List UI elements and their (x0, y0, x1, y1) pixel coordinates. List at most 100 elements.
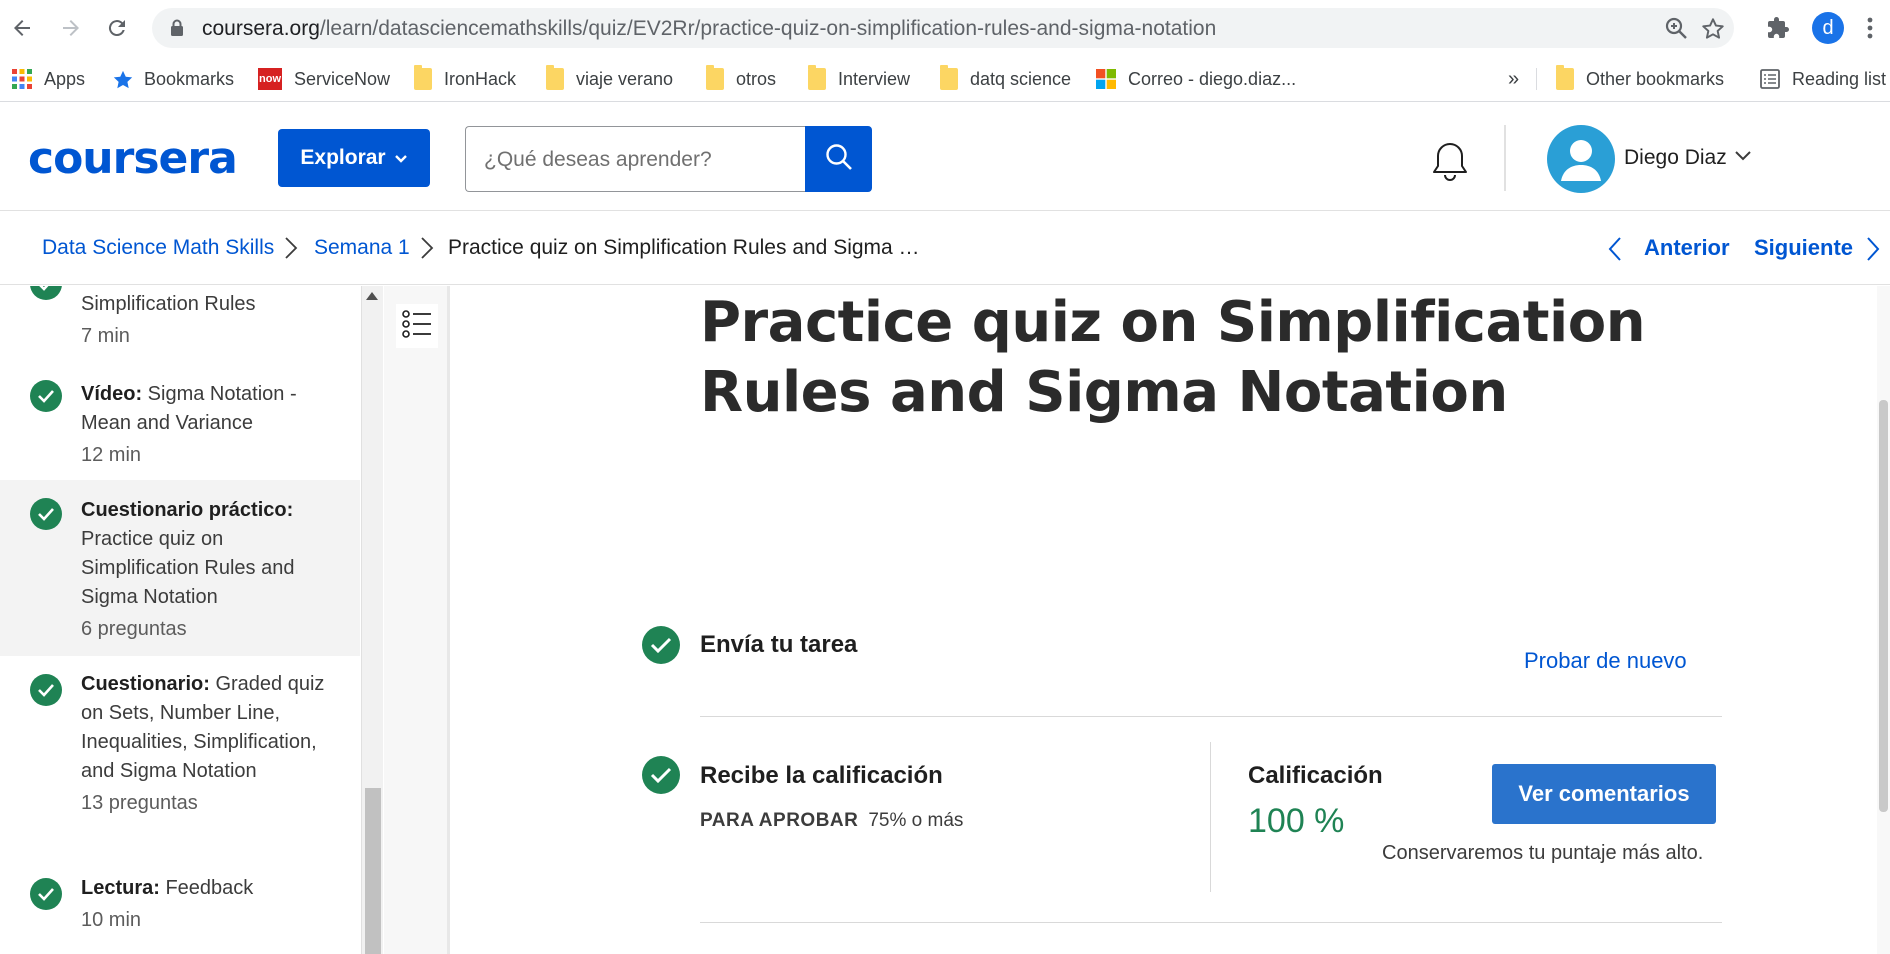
reading-list-button[interactable]: Reading list (1760, 65, 1886, 93)
sidebar-item-text: Cuestionario: Graded quiz on Sets, Numbe… (81, 670, 331, 818)
site-header: coursera Explorar ¿Qué deseas aprender? … (0, 103, 1890, 211)
bookmark-label: Other bookmarks (1586, 68, 1725, 89)
sidebar-item-meta: 13 preguntas (81, 792, 198, 814)
star-icon (112, 69, 133, 89)
search-placeholder: ¿Qué deseas aprender? (484, 148, 712, 171)
bookmark-label: datq science (970, 68, 1072, 89)
explore-button[interactable]: Explorar (278, 129, 430, 187)
sidebar-scrollbar[interactable] (361, 286, 383, 954)
grade-value: 100 % (1248, 802, 1345, 840)
reload-icon[interactable] (101, 12, 133, 44)
bookmark-ironhack[interactable]: IronHack (414, 65, 516, 93)
check-circle-icon (30, 674, 62, 706)
bookmark-servicenow[interactable]: now ServiceNow (258, 65, 390, 93)
next-link[interactable]: Siguiente (1754, 235, 1853, 261)
retry-link[interactable]: Probar de nuevo (1524, 648, 1687, 674)
grade-divider (1210, 742, 1211, 892)
sidebar-item-text: Lectura: Feedback 10 min (81, 874, 331, 935)
pass-label: PARA APROBAR (700, 810, 859, 831)
list-outline-icon (402, 309, 432, 343)
chevron-down-icon (394, 146, 408, 170)
bookmark-label: Apps (44, 68, 86, 89)
section-divider (700, 716, 1722, 717)
check-circle-icon (30, 380, 62, 412)
bookmark-interview[interactable]: Interview (808, 65, 910, 93)
bookmark-datq-science[interactable]: datq science (940, 65, 1071, 93)
sidebar-item[interactable]: Simplification Rules 7 min (0, 286, 360, 380)
search-icon (824, 142, 854, 177)
previous-link[interactable]: Anterior (1644, 235, 1730, 261)
sidebar-item[interactable]: Vídeo: Sigma Notation - Mean and Varianc… (0, 380, 360, 496)
view-feedback-button[interactable]: Ver comentarios (1492, 764, 1716, 824)
reading-list-icon (1760, 69, 1780, 89)
bookmark-label: ServiceNow (294, 68, 391, 89)
bookmark-star-icon[interactable] (1700, 16, 1726, 42)
sidebar-item-type: Cuestionario: (81, 673, 216, 695)
zoom-icon[interactable] (1664, 16, 1690, 42)
submit-step-title: Envía tu tarea (700, 631, 858, 658)
sidebar-scroll-thumb[interactable] (365, 788, 381, 954)
browser-profile-avatar[interactable]: d (1812, 12, 1844, 44)
breadcrumb-current: Practice quiz on Simplification Rules an… (448, 236, 920, 259)
notifications-bell-icon[interactable] (1428, 139, 1472, 183)
url-text[interactable]: coursera.org/learn/datasciencemathskills… (202, 17, 1216, 41)
check-circle-icon (30, 286, 62, 300)
grade-label: Calificación (1248, 762, 1383, 789)
highest-score-note: Conservaremos tu puntaje más alto. (1382, 842, 1704, 864)
breadcrumb-course-link[interactable]: Data Science Math Skills (42, 236, 274, 260)
bookmark-otros[interactable]: otros (706, 65, 776, 93)
browser-menu-icon[interactable] (1858, 12, 1882, 44)
folder-icon (940, 65, 958, 90)
lock-icon[interactable] (170, 19, 184, 42)
folder-icon (808, 65, 826, 90)
coursera-logo[interactable]: coursera (28, 133, 238, 184)
chevron-right-icon[interactable] (1866, 236, 1880, 267)
search-input[interactable]: ¿Qué deseas aprender? (465, 126, 805, 192)
sidebar-item-text: Simplification Rules 7 min (81, 290, 331, 351)
sidebar-item[interactable]: Cuestionario: Graded quiz on Sets, Numbe… (0, 670, 360, 842)
sidebar-item-active[interactable]: Cuestionario práctico: Practice quiz on … (0, 480, 360, 656)
check-circle-icon (642, 756, 680, 794)
bookmark-viaje-verano[interactable]: viaje verano (546, 65, 673, 93)
folder-icon (706, 65, 724, 90)
pass-value: 75% o más (868, 810, 964, 831)
scroll-up-arrow-icon[interactable] (366, 292, 378, 300)
sidebar-item-title: Practice quiz on Simplification Rules an… (81, 528, 295, 608)
page-scrollbar[interactable] (1877, 286, 1890, 954)
bookmarks-bar: Apps Bookmarks now ServiceNow IronHack v… (0, 56, 1890, 102)
bookmark-label: Reading list (1792, 68, 1887, 89)
extensions-icon[interactable] (1762, 12, 1794, 44)
outline-column (384, 286, 450, 954)
bookmark-bookmarks[interactable]: Bookmarks (112, 65, 234, 93)
check-circle-icon (30, 498, 62, 530)
breadcrumb-week-link[interactable]: Semana 1 (314, 236, 410, 260)
forward-icon[interactable] (55, 12, 87, 44)
page-scroll-thumb[interactable] (1879, 400, 1888, 812)
bookmark-apps[interactable]: Apps (12, 65, 85, 93)
sidebar-item-title: Simplification Rules (81, 293, 256, 315)
bookmarks-overflow-button[interactable]: » (1508, 65, 1519, 93)
sidebar-item[interactable]: Lectura: Feedback 10 min (0, 874, 360, 954)
chevron-left-icon[interactable] (1608, 236, 1622, 267)
back-icon[interactable] (6, 12, 38, 44)
pass-requirement: PARA APROBAR 75% o más (700, 810, 963, 832)
bookmark-label: viaje verano (576, 68, 674, 89)
address-bar[interactable]: coursera.org/learn/datasciencemathskills… (152, 8, 1734, 48)
sidebar-item-meta: 12 min (81, 444, 142, 466)
bookmark-other-bookmarks[interactable]: Other bookmarks (1556, 65, 1724, 93)
page-title: Practice quiz on Simplification Rules an… (700, 290, 1646, 425)
search-button[interactable] (805, 126, 872, 192)
check-circle-icon (30, 878, 62, 910)
sidebar-item-type: Lectura: (81, 877, 166, 899)
microsoft-icon (1096, 69, 1116, 89)
grade-step-title: Recibe la calificación (700, 762, 943, 789)
user-name[interactable]: Diego Diaz (1624, 146, 1727, 170)
apps-grid-icon (12, 69, 32, 89)
chevron-down-icon[interactable] (1734, 149, 1752, 167)
explore-label: Explorar (300, 146, 386, 169)
browser-toolbar: coursera.org/learn/datasciencemathskills… (0, 0, 1890, 56)
bookmark-correo[interactable]: Correo - diego.diaz... (1096, 65, 1296, 93)
user-avatar[interactable] (1547, 125, 1615, 193)
sidebar-item-title: Feedback (165, 877, 254, 899)
outline-toggle-button[interactable] (396, 304, 438, 348)
